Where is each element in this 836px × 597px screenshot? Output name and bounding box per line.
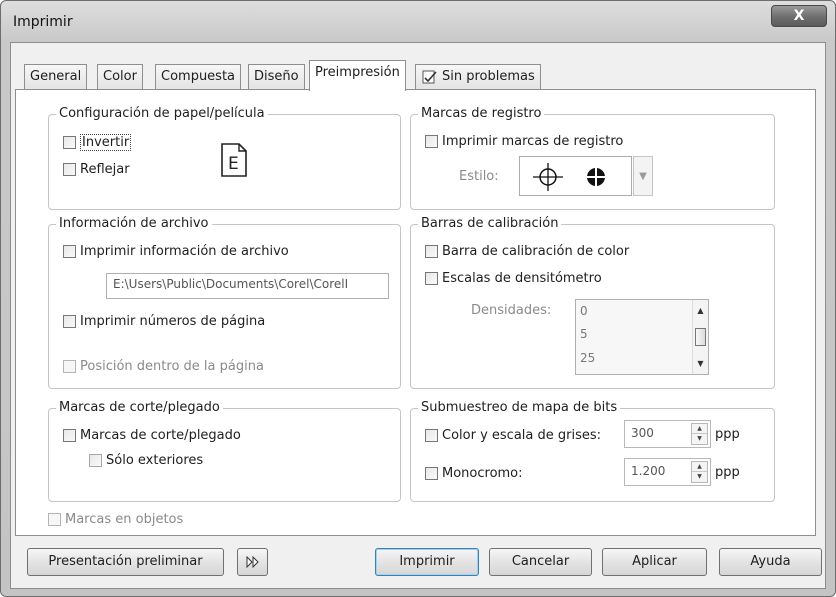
position-in-page-checkbox[interactable]: Posición dentro de la página (63, 359, 264, 374)
print-preview-button[interactable]: Presentación preliminar (27, 548, 224, 576)
invert-checkbox[interactable]: Invertir (63, 134, 132, 151)
densities-scrollbar[interactable]: ▲ ▼ (692, 300, 708, 374)
checkbox-box[interactable] (63, 360, 76, 373)
list-item[interactable]: 0 (580, 304, 588, 318)
checkbox-box[interactable] (89, 454, 102, 467)
print-file-info-checkbox[interactable]: Imprimir información de archivo (63, 244, 289, 259)
checkbox-label: Marcas en objetos (65, 512, 184, 527)
checkbox-label: Sólo exteriores (106, 453, 204, 468)
filled-target-icon (584, 165, 608, 189)
style-selector[interactable] (519, 156, 632, 196)
tab-preimpresion[interactable]: Preimpresión (309, 60, 406, 91)
tab-diseno[interactable]: Diseño (248, 64, 305, 90)
spinner-value: 300 (631, 426, 654, 440)
checkbox-box[interactable] (63, 163, 76, 176)
group-crop-marks: Marcas de corte/plegado Marcas de corte/… (48, 400, 401, 502)
checkbox-label: Monocromo: (442, 466, 523, 481)
page-orientation-icon: E (221, 143, 247, 177)
spin-down-icon[interactable]: ▼ (692, 472, 707, 482)
tab-color[interactable]: Color (97, 64, 143, 90)
list-item[interactable]: 25 (580, 351, 595, 365)
group-paper-film: Configuración de papel/película Invertir… (48, 106, 401, 210)
checkbox-box[interactable] (425, 245, 438, 258)
help-button[interactable]: Ayuda (719, 548, 822, 576)
checkbox-label: Imprimir marcas de registro (442, 134, 624, 149)
cancel-button[interactable]: Cancelar (489, 548, 592, 576)
group-title: Marcas de corte/plegado (56, 400, 223, 416)
double-arrow-right-icon (246, 555, 259, 569)
style-dropdown-button[interactable]: ▼ (633, 156, 653, 196)
mono-resolution-spinner[interactable]: 1.200 ▲ ▼ (624, 458, 711, 486)
spinner-arrows[interactable]: ▲ ▼ (691, 461, 708, 483)
mirror-checkbox[interactable]: Reflejar (63, 162, 130, 177)
list-item[interactable]: 5 (580, 327, 588, 341)
checkbox-box[interactable] (425, 467, 438, 480)
checkbox-label: Invertir (80, 134, 132, 151)
checkbox-box[interactable] (63, 136, 76, 149)
checkbox-box[interactable] (425, 429, 438, 442)
scroll-thumb[interactable] (695, 328, 706, 346)
checkbox-box[interactable] (63, 245, 76, 258)
title-bar[interactable]: Imprimir X (1, 1, 835, 41)
spin-down-icon[interactable]: ▼ (692, 434, 707, 444)
checkbox-label: Imprimir números de página (80, 314, 266, 329)
checklist-icon (422, 70, 437, 84)
color-calibration-bar-checkbox[interactable]: Barra de calibración de color (425, 244, 629, 259)
group-title: Configuración de papel/película (56, 106, 268, 122)
checkbox-box[interactable] (425, 272, 438, 285)
spin-up-icon[interactable]: ▲ (692, 424, 707, 434)
checkbox-label: Color y escala de grises: (442, 428, 602, 443)
group-file-information: Información de archivo Imprimir informac… (48, 216, 401, 389)
color-grayscale-checkbox[interactable]: Color y escala de grises: (425, 428, 601, 443)
group-title: Barras de calibración (418, 216, 562, 232)
checkbox-box[interactable] (425, 135, 438, 148)
apply-button[interactable]: Aplicar (602, 548, 707, 576)
spinner-arrows[interactable]: ▲ ▼ (691, 423, 708, 445)
checkbox-label: Marcas de corte/plegado (80, 428, 241, 443)
crop-marks-checkbox[interactable]: Marcas de corte/plegado (63, 428, 241, 443)
style-label: Estilo: (459, 169, 499, 184)
group-title: Información de archivo (56, 216, 212, 232)
tab-label: Sin problemas (442, 69, 535, 84)
print-button[interactable]: Imprimir (375, 548, 479, 576)
print-page-numbers-checkbox[interactable]: Imprimir números de página (63, 314, 265, 329)
checkbox-label: Imprimir información de archivo (80, 244, 289, 259)
checkbox-box[interactable] (63, 429, 76, 442)
file-info-path-field[interactable]: E:\Users\Public\Documents\Corel\CorelI (106, 273, 389, 299)
scroll-up-icon[interactable]: ▲ (693, 306, 708, 315)
spin-up-icon[interactable]: ▲ (692, 462, 707, 472)
tab-panel-preimpresion: Configuración de papel/película Invertir… (15, 89, 816, 536)
checkbox-box[interactable] (48, 513, 61, 526)
group-bitmap-downsampling: Submuestreo de mapa de bits Color y esca… (410, 400, 775, 502)
crosshair-icon (533, 163, 563, 191)
tab-compuesta[interactable]: Compuesta (155, 64, 242, 90)
print-registration-checkbox[interactable]: Imprimir marcas de registro (425, 134, 623, 149)
marks-on-objects-checkbox[interactable]: Marcas en objetos (48, 512, 183, 527)
tab-general[interactable]: General (24, 64, 88, 90)
group-registration-marks: Marcas de registro Imprimir marcas de re… (410, 106, 775, 210)
checkbox-label: Barra de calibración de color (442, 244, 630, 259)
color-resolution-spinner[interactable]: 300 ▲ ▼ (624, 420, 711, 448)
group-title: Marcas de registro (418, 106, 545, 122)
densitometer-scales-checkbox[interactable]: Escalas de densitómetro (425, 271, 602, 286)
checkbox-label: Escalas de densitómetro (442, 271, 602, 286)
unit-label: ppp (715, 465, 740, 480)
group-title: Submuestreo de mapa de bits (418, 400, 621, 416)
scroll-down-icon[interactable]: ▼ (693, 359, 708, 368)
densities-label: Densidades: (471, 303, 552, 318)
densities-list[interactable]: 0 5 25 ▲ ▼ (575, 299, 709, 375)
checkbox-label: Reflejar (80, 162, 130, 177)
unit-label: ppp (715, 427, 740, 442)
window-title: Imprimir (13, 14, 73, 30)
expand-preview-button[interactable] (237, 548, 268, 576)
checkbox-label: Posición dentro de la página (80, 359, 264, 374)
page-preview-glyph: E (228, 154, 239, 174)
monochrome-checkbox[interactable]: Monocromo: (425, 466, 523, 481)
group-calibration-bars: Barras de calibración Barra de calibraci… (410, 216, 775, 389)
checkbox-box[interactable] (63, 315, 76, 328)
exterior-only-checkbox[interactable]: Sólo exteriores (89, 453, 203, 468)
tab-sin-problemas[interactable]: Sin problemas (415, 64, 541, 90)
spinner-value: 1.200 (631, 464, 666, 478)
close-button[interactable]: X (771, 5, 827, 27)
